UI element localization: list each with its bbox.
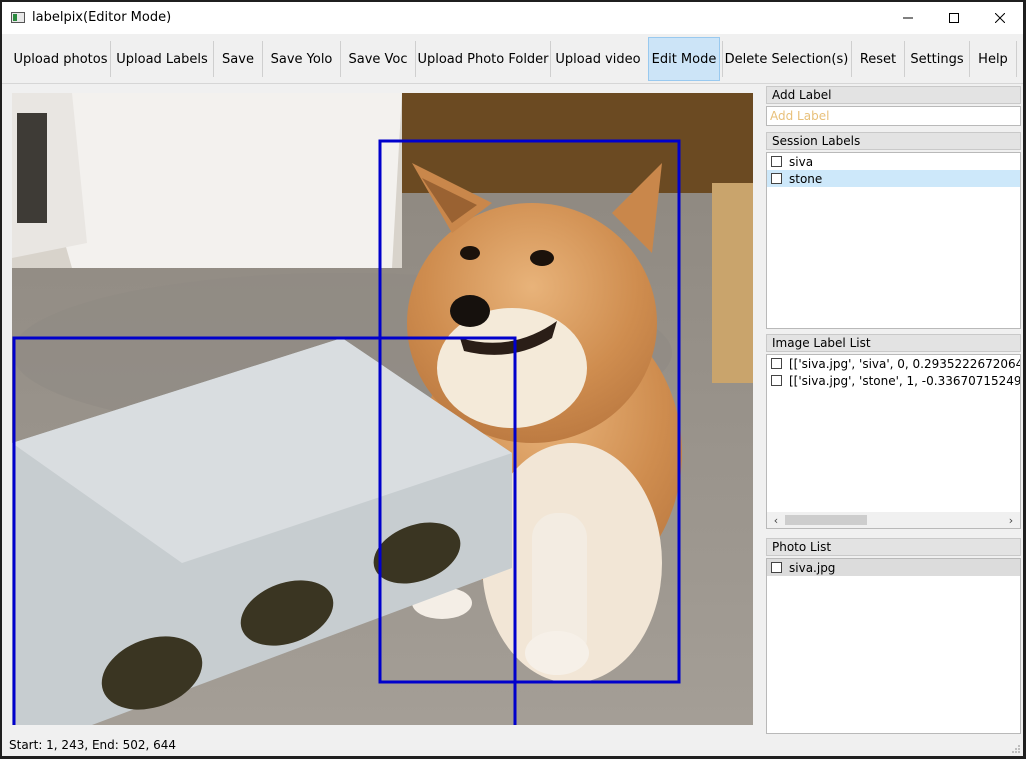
- edit-mode-button[interactable]: Edit Mode: [648, 37, 720, 81]
- scrollbar-thumb[interactable]: [785, 515, 867, 525]
- dog-paw-right: [525, 631, 589, 675]
- wooden-stand: [712, 183, 753, 383]
- image-label-text: [['siva.jpg', 'stone', 1, -0.33670715249…: [789, 373, 1021, 388]
- image-label-list[interactable]: [['siva.jpg', 'siva', 0, 0.2935222672064…: [766, 354, 1021, 512]
- session-label-text: siva: [789, 154, 814, 169]
- session-label-item[interactable]: siva: [767, 153, 1020, 170]
- title-bar: labelpix(Editor Mode): [2, 2, 1023, 34]
- upload-photo-folder-button[interactable]: Upload Photo Folder: [416, 37, 550, 81]
- dog-eye-left: [460, 246, 480, 260]
- upload-photos-button[interactable]: Upload photos: [7, 37, 114, 81]
- app-icon: [11, 12, 25, 23]
- photo-list-header: Photo List: [766, 538, 1021, 556]
- image-label-hscrollbar[interactable]: ‹ ›: [766, 512, 1021, 529]
- image-label-checkbox[interactable]: [771, 375, 782, 386]
- photo-list[interactable]: siva.jpg: [766, 558, 1021, 734]
- session-labels-header: Session Labels: [766, 132, 1021, 150]
- help-button[interactable]: Help: [970, 37, 1016, 81]
- settings-button[interactable]: Settings: [905, 37, 969, 81]
- image-label-item[interactable]: [['siva.jpg', 'siva', 0, 0.2935222672064…: [767, 355, 1020, 372]
- session-label-checkbox[interactable]: [771, 173, 782, 184]
- cabinet-shadow: [17, 113, 47, 223]
- maximize-button[interactable]: [931, 2, 977, 34]
- chevron-left-icon[interactable]: ‹: [769, 513, 783, 527]
- resize-grip-icon[interactable]: [1011, 744, 1021, 754]
- reset-button[interactable]: Reset: [852, 37, 904, 81]
- save-button[interactable]: Save: [214, 37, 262, 81]
- session-label-item[interactable]: stone: [767, 170, 1020, 187]
- session-labels-list[interactable]: siva stone: [766, 152, 1021, 329]
- save-yolo-button[interactable]: Save Yolo: [263, 37, 340, 81]
- minimize-button[interactable]: [885, 2, 931, 34]
- session-label-checkbox[interactable]: [771, 156, 782, 167]
- image-label-list-header: Image Label List: [766, 334, 1021, 352]
- photo-list-item[interactable]: siva.jpg: [767, 559, 1020, 576]
- maximize-icon: [949, 13, 959, 23]
- close-button[interactable]: [977, 2, 1023, 34]
- dog-muzzle: [437, 308, 587, 428]
- dog-eye-right: [530, 250, 554, 266]
- toolbar-separator: [1016, 41, 1017, 77]
- photo-illustration: [12, 93, 753, 725]
- status-bar-text: Start: 1, 243, End: 502, 644: [9, 738, 177, 752]
- delete-selections-button[interactable]: Delete Selection(s): [723, 37, 850, 81]
- image-label-text: [['siva.jpg', 'siva', 0, 0.2935222672064…: [789, 356, 1021, 371]
- wooden-cabinet: [402, 93, 753, 193]
- close-icon: [995, 13, 1005, 23]
- image-canvas[interactable]: [12, 93, 753, 725]
- add-label-input[interactable]: [766, 106, 1021, 126]
- app-window: labelpix(Editor Mode) Upload photos Uplo…: [2, 2, 1023, 756]
- image-label-checkbox[interactable]: [771, 358, 782, 369]
- upload-video-button[interactable]: Upload video: [551, 37, 645, 81]
- add-label-header: Add Label: [766, 86, 1021, 104]
- dog-nose: [450, 295, 490, 327]
- toolbar: Upload photos Upload Labels Save Save Yo…: [2, 35, 1023, 84]
- image-label-item[interactable]: [['siva.jpg', 'stone', 1, -0.33670715249…: [767, 372, 1020, 389]
- minimize-icon: [903, 17, 913, 19]
- chevron-right-icon[interactable]: ›: [1004, 513, 1018, 527]
- photo-list-checkbox[interactable]: [771, 562, 782, 573]
- window-title: labelpix(Editor Mode): [32, 10, 172, 25]
- save-voc-button[interactable]: Save Voc: [341, 37, 415, 81]
- photo-list-text: siva.jpg: [789, 560, 836, 575]
- upload-labels-button[interactable]: Upload Labels: [111, 37, 213, 81]
- session-label-text: stone: [789, 171, 823, 186]
